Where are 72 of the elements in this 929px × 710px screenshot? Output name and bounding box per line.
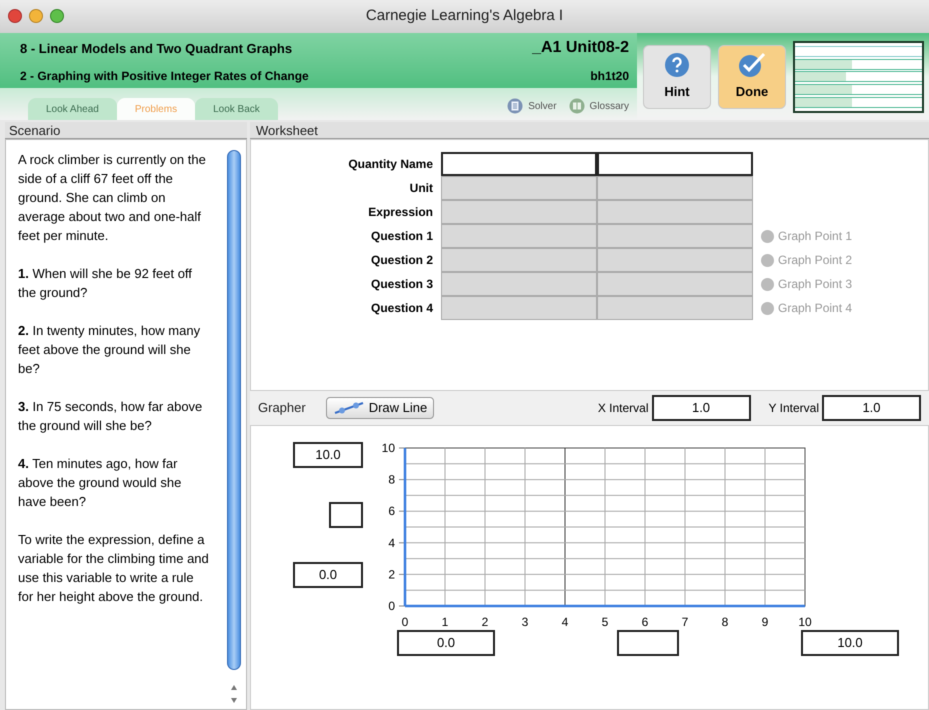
section-title: 2 - Graphing with Positive Integer Rates of Change bbox=[20, 68, 309, 85]
graph-point-label: Graph Point 4 bbox=[778, 300, 852, 317]
problem-id: bh1t20 bbox=[590, 68, 629, 85]
row-label: Question 2 bbox=[370, 252, 434, 269]
glossary-button[interactable]: Glossary bbox=[568, 98, 629, 114]
x-interval-field[interactable]: 1.0 bbox=[652, 395, 751, 421]
table-input-cell[interactable] bbox=[441, 152, 597, 176]
tab[interactable]: Look Ahead bbox=[28, 98, 117, 120]
solver-button[interactable]: Solver bbox=[507, 98, 557, 114]
scrollbar-thumb[interactable] bbox=[227, 150, 241, 670]
minimize-icon[interactable] bbox=[29, 9, 43, 23]
scenario-text: A rock climber is currently on the side of a cliff 67 feet off the ground. She can climb on average about two and one-half feet per minute. bbox=[18, 151, 207, 245]
x-tick-label: 4 bbox=[562, 615, 568, 629]
scenario-text: 1. When will she be 92 feet off the ground? bbox=[18, 265, 193, 302]
x-tick-label: 8 bbox=[722, 615, 728, 629]
y-tick-label: 8 bbox=[388, 472, 395, 487]
x-tick-label: 3 bbox=[522, 615, 528, 629]
y-min-field[interactable]: 0.0 bbox=[293, 562, 363, 588]
unit-code: _A1 Unit08-2 bbox=[532, 38, 629, 58]
y-tick-label: 2 bbox=[388, 567, 395, 582]
row-label: Question 1 bbox=[370, 228, 434, 245]
book-icon bbox=[568, 98, 585, 114]
y-tick-label: 4 bbox=[388, 536, 395, 550]
graph-point-label: Graph Point 2 bbox=[778, 252, 852, 269]
notepad-icon bbox=[507, 98, 524, 114]
x-tick-label: 1 bbox=[442, 615, 448, 629]
row-label: Question 4 bbox=[370, 300, 434, 317]
unit-title: 8 - Linear Models and Two Quadrant Graphs bbox=[20, 40, 292, 58]
y-tick-label: 6 bbox=[388, 504, 395, 518]
y-tick-label: 0 bbox=[388, 599, 395, 613]
x-max-field[interactable]: 10.0 bbox=[801, 630, 899, 656]
scenario-text: To write the expression, define a variable for the climbing time and use this variable to write a rule for her height above the ground. bbox=[18, 531, 210, 606]
x-tick-label: 2 bbox=[482, 615, 488, 629]
y-max-field[interactable]: 10.0 bbox=[293, 442, 363, 468]
y-tick-label: 10 bbox=[382, 441, 395, 455]
x-tick-label: 9 bbox=[762, 615, 768, 629]
x-tick-label: 5 bbox=[602, 615, 608, 629]
scenario-text: 2. In twenty minutes, how many feet above the ground will she be? bbox=[18, 322, 202, 378]
y-interval-field[interactable]: 1.0 bbox=[822, 395, 921, 421]
help-icon bbox=[664, 52, 690, 78]
tab[interactable]: Look Back bbox=[195, 98, 278, 120]
window-title: Carnegie Learning's Algebra I bbox=[366, 6, 564, 26]
row-label: Unit bbox=[408, 180, 434, 197]
line-icon bbox=[332, 401, 365, 415]
done-button[interactable]: Done bbox=[718, 45, 786, 109]
x-interval-label: X Interval bbox=[598, 400, 649, 417]
panel-header: Scenario bbox=[5, 122, 247, 139]
scroll-arrows-icon[interactable] bbox=[230, 683, 238, 705]
x-tick-label: 0 bbox=[402, 615, 408, 629]
row-label: Expression bbox=[367, 204, 434, 221]
table-input-cell[interactable] bbox=[597, 152, 753, 176]
graph-grid-drawing[interactable] bbox=[398, 448, 806, 608]
x-value-field[interactable] bbox=[617, 630, 679, 656]
x-tick-label: 7 bbox=[682, 615, 688, 629]
x-tick-label: 6 bbox=[642, 615, 648, 629]
draw-line-button[interactable]: Draw Line bbox=[326, 397, 434, 419]
y-interval-label: Y Interval bbox=[768, 400, 819, 417]
row-label: Quantity Name bbox=[347, 156, 434, 173]
graph-point-label: Graph Point 1 bbox=[778, 228, 852, 245]
zoom-icon[interactable] bbox=[50, 9, 64, 23]
y-value-field[interactable] bbox=[329, 502, 363, 528]
checkmark-icon bbox=[738, 52, 766, 78]
graph-point-label: Graph Point 3 bbox=[778, 276, 852, 293]
panel-header: Worksheet bbox=[250, 122, 929, 139]
x-min-field[interactable]: 0.0 bbox=[397, 630, 495, 656]
scenario-text: 4. Ten minutes ago, how far above the ground would she have been? bbox=[18, 455, 182, 511]
close-icon[interactable] bbox=[8, 9, 22, 23]
row-label: Question 3 bbox=[370, 276, 434, 293]
hint-button[interactable]: Hint bbox=[643, 45, 711, 109]
x-tick-label: 10 bbox=[798, 615, 812, 629]
scenario-text: 3. In 75 seconds, how far above the ground will she be? bbox=[18, 398, 204, 435]
grapher-title: Grapher bbox=[258, 399, 306, 418]
